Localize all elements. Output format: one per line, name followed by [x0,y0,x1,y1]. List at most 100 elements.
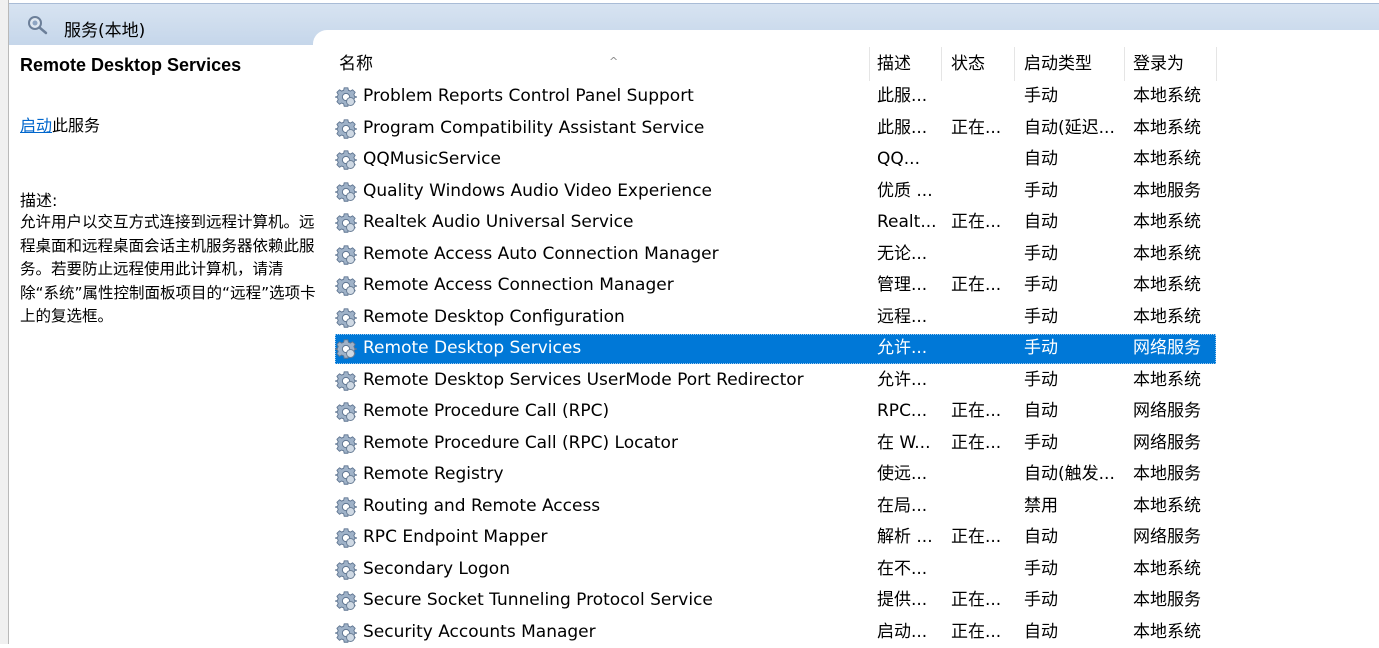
service-name: Remote Desktop Services UserMode Port Re… [363,365,804,397]
service-startup-type: 手动 [1024,585,1058,617]
service-description: 允许... [877,333,927,365]
service-name: Remote Access Connection Manager [363,270,674,302]
service-status: 正在... [951,522,1001,554]
service-description: 解析 ... [877,522,933,554]
service-startup-type: 手动 [1024,554,1058,586]
column-divider[interactable] [1216,47,1217,81]
table-row[interactable]: Realtek Audio Universal ServiceRealt...正… [323,207,1379,239]
description-label: 描述: [20,187,57,211]
service-name: Remote Desktop Services [363,333,581,365]
table-row[interactable]: Remote Procedure Call (RPC) Locator在 W..… [323,428,1379,460]
table-row[interactable]: Problem Reports Control Panel Support 此服.… [323,81,1379,113]
service-startup-type: 自动(延迟... [1024,113,1115,145]
description-pane: Remote Desktop Services 启动此服务 描述: 允许用户以交… [9,45,323,644]
service-description: RPC... [877,396,927,428]
service-description: 启动... [877,617,927,648]
column-header-startup-type-label: 启动类型 [1024,54,1092,74]
service-startup-type: 手动 [1024,270,1058,302]
table-row[interactable]: Remote Access Connection Manager 管理... 正在.… [323,270,1379,302]
service-logon-as: 本地系统 [1133,81,1201,113]
service-name: Remote Desktop Configuration [363,302,625,334]
service-name: Secondary Logon [363,554,510,586]
service-name: QQMusicService [363,144,501,176]
service-description: 此服... [877,81,927,113]
gear-icon [335,118,357,140]
header-curve [313,30,1379,46]
start-service-line: 启动此服务 [20,112,100,136]
table-row[interactable]: Security Accounts Manager启动...正在...自动本地系… [323,617,1379,648]
table-row[interactable]: Secure Socket Tunneling Protocol Service… [323,585,1379,617]
column-header-logon-as[interactable]: 登录为 [1133,45,1217,83]
column-header-startup-type[interactable]: 启动类型 [1024,45,1124,83]
service-status: 正在... [951,207,1001,239]
column-header-name[interactable]: 名称 ^ [339,45,869,83]
gear-icon [335,244,357,266]
service-logon-as: 网络服务 [1133,396,1201,428]
start-service-suffix: 此服务 [52,116,100,135]
services-search-icon [27,15,49,35]
service-startup-type: 手动 [1024,239,1058,271]
service-startup-type: 自动 [1024,522,1058,554]
service-logon-as: 网络服务 [1133,333,1201,365]
service-startup-type: 手动 [1024,365,1058,397]
service-status: 正在... [951,270,1001,302]
service-description: 管理... [877,270,927,302]
table-row[interactable]: Routing and Remote Access在局...禁用本地系统 [323,491,1379,523]
service-logon-as: 本地系统 [1133,302,1201,334]
gear-icon [335,464,357,486]
table-row[interactable]: Remote Registry 使远... 自动(触发... 本地服务 [323,459,1379,491]
service-status: 正在... [951,585,1001,617]
table-row[interactable]: Remote Desktop Services允许...手动网络服务 [323,333,1379,365]
column-header-status-label: 状态 [951,54,985,74]
table-row[interactable]: Remote Procedure Call (RPC)RPC...正在...自动… [323,396,1379,428]
gear-icon [335,433,357,455]
service-name: Remote Access Auto Connection Manager [363,239,719,271]
column-divider[interactable] [869,47,870,81]
table-row[interactable]: Quality Windows Audio Video Experience优质… [323,176,1379,208]
table-row[interactable]: Remote Desktop Services UserMode Port Re… [323,365,1379,397]
gear-icon [335,496,357,518]
service-startup-type: 自动 [1024,617,1058,648]
service-logon-as: 本地系统 [1133,365,1201,397]
column-header-description[interactable]: 描述 [877,45,941,83]
gear-icon [335,590,357,612]
table-row[interactable]: QQMusicServiceQQ...自动本地系统 [323,144,1379,176]
gear-icon [335,212,357,234]
service-description: 提供... [877,585,927,617]
service-startup-type: 禁用 [1024,491,1058,523]
service-description: 在不... [877,554,927,586]
gear-icon [335,338,357,360]
service-startup-type: 手动 [1024,302,1058,334]
service-description: 使远... [877,459,927,491]
service-name: RPC Endpoint Mapper [363,522,548,554]
service-logon-as: 本地系统 [1133,113,1201,145]
column-divider[interactable] [941,47,942,81]
service-name: Realtek Audio Universal Service [363,207,633,239]
service-startup-type: 自动(触发... [1024,459,1115,491]
gear-icon [335,559,357,581]
service-status: 正在... [951,396,1001,428]
service-name: Problem Reports Control Panel Support [363,81,694,113]
service-name: Remote Procedure Call (RPC) Locator [363,428,678,460]
service-startup-type: 手动 [1024,81,1058,113]
column-divider[interactable] [1014,47,1015,81]
service-logon-as: 本地系统 [1133,144,1201,176]
service-logon-as: 本地服务 [1133,459,1201,491]
sort-ascending-icon: ^ [609,43,618,81]
service-logon-as: 本地系统 [1133,239,1201,271]
service-logon-as: 本地服务 [1133,585,1201,617]
column-divider[interactable] [1124,47,1125,81]
table-row[interactable]: Secondary Logon在不...手动本地系统 [323,554,1379,586]
service-name: Quality Windows Audio Video Experience [363,176,712,208]
column-header-status[interactable]: 状态 [951,45,1015,83]
service-name: Remote Registry [363,459,504,491]
table-row[interactable]: Remote Desktop Configuration远程...手动本地系统 [323,302,1379,334]
gear-icon [335,86,357,108]
service-startup-type: 自动 [1024,144,1058,176]
service-description: 无论... [877,239,927,271]
table-row[interactable]: Program Compatibility Assistant Service此… [323,113,1379,145]
table-row[interactable]: RPC Endpoint Mapper解析 ...正在...自动网络服务 [323,522,1379,554]
service-logon-as: 本地系统 [1133,491,1201,523]
start-service-link[interactable]: 启动 [20,116,52,135]
table-row[interactable]: Remote Access Auto Connection Manager 无论.… [323,239,1379,271]
